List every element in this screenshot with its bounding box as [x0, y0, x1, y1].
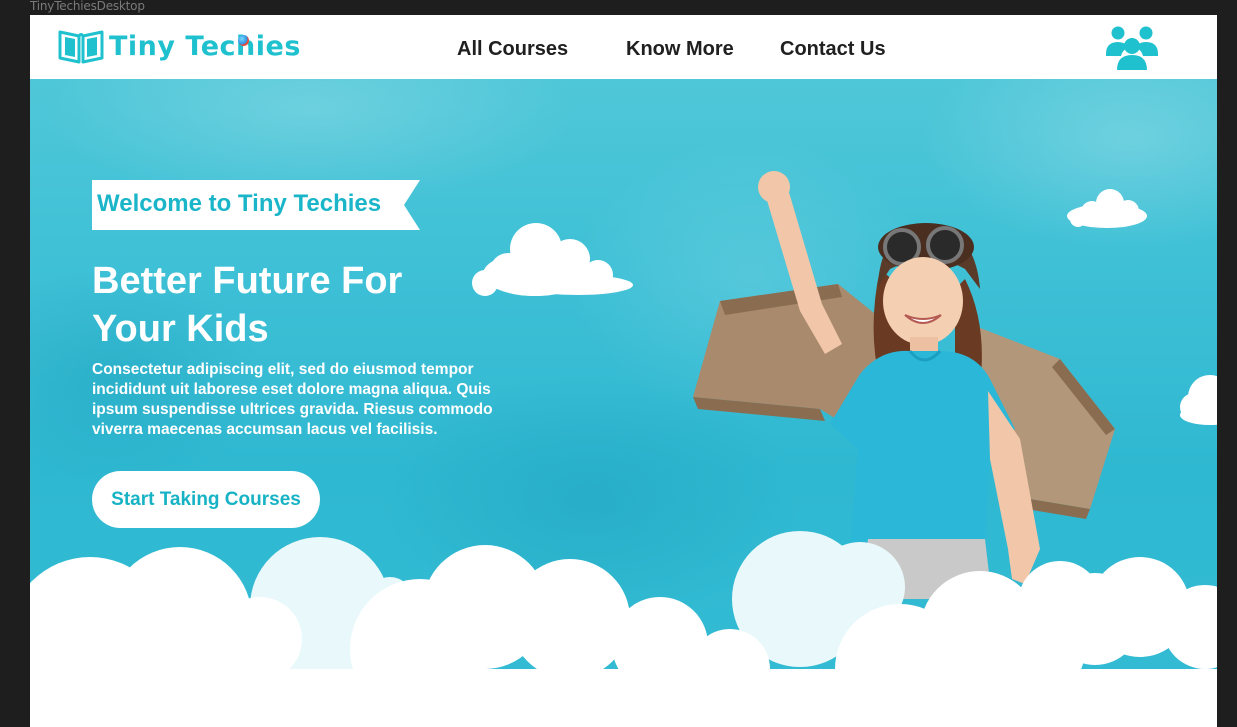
cloud-decoration	[1067, 189, 1147, 228]
open-book-icon	[58, 30, 104, 64]
nav-know-more[interactable]: Know More	[626, 37, 734, 61]
top-navbar: Tiny Techies All Courses Know More Conta…	[30, 15, 1217, 79]
cloud-decoration	[1180, 375, 1217, 425]
page-artboard: Tiny Techies All Courses Know More Conta…	[30, 15, 1217, 727]
hero-description: Consectetur adipiscing elit, sed do eius…	[92, 361, 493, 438]
hero-section: Welcome to Tiny Techies Better Future Fo…	[30, 79, 1217, 727]
brand-name: Tiny Techies	[109, 30, 301, 62]
frame-label: TinyTechiesDesktop	[30, 0, 145, 13]
nav-all-courses[interactable]: All Courses	[457, 37, 568, 61]
users-group-icon[interactable]	[1106, 24, 1158, 70]
hero-title-line-1: Better Future For	[92, 260, 403, 302]
welcome-tag-text: Welcome to Tiny Techies	[97, 190, 382, 217]
brand-logo[interactable]: Tiny Techies	[58, 27, 301, 65]
hero-title-line-2: Your Kids	[92, 308, 269, 350]
nav-contact-us[interactable]: Contact Us	[780, 37, 886, 61]
logo-globe-icon	[238, 35, 249, 46]
hero-title: Better Future For Your Kids	[92, 257, 512, 353]
cloud-bank	[30, 545, 1217, 727]
start-taking-courses-button[interactable]: Start Taking Courses	[92, 471, 320, 528]
